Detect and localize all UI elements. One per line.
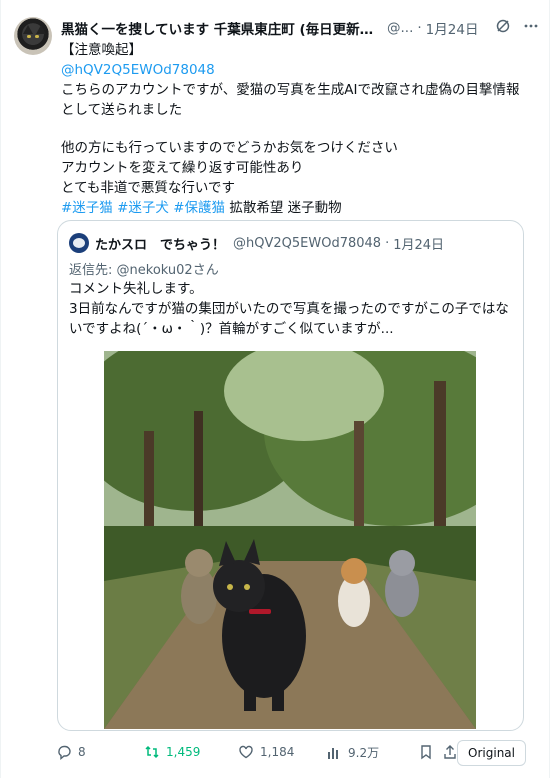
- original-button[interactable]: Original: [457, 740, 526, 766]
- more-icon[interactable]: [523, 18, 539, 34]
- retweet-icon: [144, 744, 160, 760]
- gray-cat: [385, 550, 419, 617]
- mention-link[interactable]: @hQV2Q5EWOd78048: [61, 60, 531, 80]
- calico-cat: [338, 558, 370, 627]
- post-text-line: 【注意喚起】: [61, 42, 142, 58]
- avatar-eye: [35, 35, 39, 38]
- separator-dot: ·: [417, 20, 422, 36]
- avatar-eye: [27, 35, 31, 38]
- tree-trunk: [434, 381, 446, 551]
- post-text-line: 他の方にも行っていますのでどうかお気をつけください: [61, 140, 398, 156]
- tabby-cat: [181, 549, 217, 624]
- views-icon: [326, 745, 342, 761]
- post-header: 黒猫く一を捜しています 千葉県東庄町 (毎日更新。... @... · 1月24…: [61, 18, 541, 38]
- share-button[interactable]: [442, 744, 458, 760]
- post-tail-text: 拡散希望 迷子動物: [229, 200, 342, 216]
- reply-button[interactable]: 8: [56, 744, 86, 760]
- quote-author-avatar[interactable]: [69, 233, 89, 253]
- photo-illustration: [104, 351, 476, 729]
- retweet-count: 1,459: [166, 745, 201, 759]
- replying-handle[interactable]: @nekoku02さん: [117, 263, 219, 278]
- replying-label: 返信先:: [69, 263, 113, 278]
- header-icons: [495, 18, 539, 34]
- quote-date[interactable]: 1月24日: [393, 234, 444, 253]
- quote-header: たかスロ でちゃう！ @hQV2Q5EWOd78048 · 1月24日: [69, 233, 444, 253]
- author-avatar[interactable]: [14, 17, 52, 55]
- action-bar: 8 1,459 1,184 9.2万 Original: [56, 740, 526, 766]
- retweet-button[interactable]: 1,459: [144, 744, 200, 760]
- hashtag-line: #迷子猫 #迷子犬 #保護猫 拡散希望 迷子動物: [61, 198, 531, 218]
- like-button[interactable]: 1,184: [238, 744, 294, 760]
- bookmark-icon: [418, 744, 434, 760]
- reply-icon: [56, 744, 72, 760]
- post-body: 【注意喚起】 @hQV2Q5EWOd78048 こちらのアカウントですが、愛猫の…: [61, 40, 531, 218]
- share-icon: [442, 744, 458, 760]
- bookmark-button[interactable]: [418, 744, 434, 760]
- avatar-ear: [36, 25, 46, 34]
- views-button[interactable]: 9.2万: [326, 744, 379, 761]
- hashtag-link[interactable]: #迷子猫: [61, 200, 113, 216]
- quote-author-name[interactable]: たかスロ でちゃう！: [95, 234, 225, 253]
- separator-dot: ·: [385, 235, 390, 251]
- quote-body: コメント失礼します。 3日前なんですが猫の集団がいたので写真を撮ったのですがこの…: [69, 279, 514, 339]
- post-text-line: アカウントを変えて繰り返す可能性あり: [61, 160, 304, 176]
- hashtag-link[interactable]: #保護猫: [173, 200, 225, 216]
- quote-text-line: コメント失礼します。: [69, 281, 203, 297]
- views-count: 9.2万: [348, 746, 380, 760]
- author-handle[interactable]: @...: [387, 20, 413, 36]
- grok-icon[interactable]: [495, 18, 511, 34]
- author-name[interactable]: 黒猫く一を捜しています 千葉県東庄町 (毎日更新。...: [61, 18, 381, 38]
- quote-text-line: 3日前なんですが猫の集団がいたので写真を撮ったのですがこの子ではな: [69, 301, 509, 317]
- quote-author-handle[interactable]: @hQV2Q5EWOd78048: [233, 236, 381, 251]
- like-count: 1,184: [260, 745, 295, 759]
- quote-text-line: いですよね(´・ω・｀)？首輪がすごく似ていますが...: [69, 321, 394, 337]
- like-icon: [238, 744, 254, 760]
- quote-photo-cats[interactable]: [104, 351, 476, 729]
- reply-count: 8: [78, 745, 86, 759]
- hashtag-link[interactable]: #迷子犬: [117, 200, 169, 216]
- frame-left-border: [0, 0, 1, 778]
- post-date[interactable]: 1月24日: [426, 18, 479, 38]
- avatar-ear: [23, 25, 33, 34]
- post-text-line: とても非道で悪質な行いです: [61, 180, 236, 196]
- post-text-line: こちらのアカウントですが、愛猫の写真を生成AIで改竄され虚偽の目撃情報: [61, 82, 520, 98]
- quoted-post[interactable]: たかスロ でちゃう！ @hQV2Q5EWOd78048 · 1月24日 返信先:…: [57, 220, 524, 731]
- quote-replying-to: 返信先: @nekoku02さん: [69, 259, 219, 278]
- post-text-line: として送られました: [61, 102, 183, 118]
